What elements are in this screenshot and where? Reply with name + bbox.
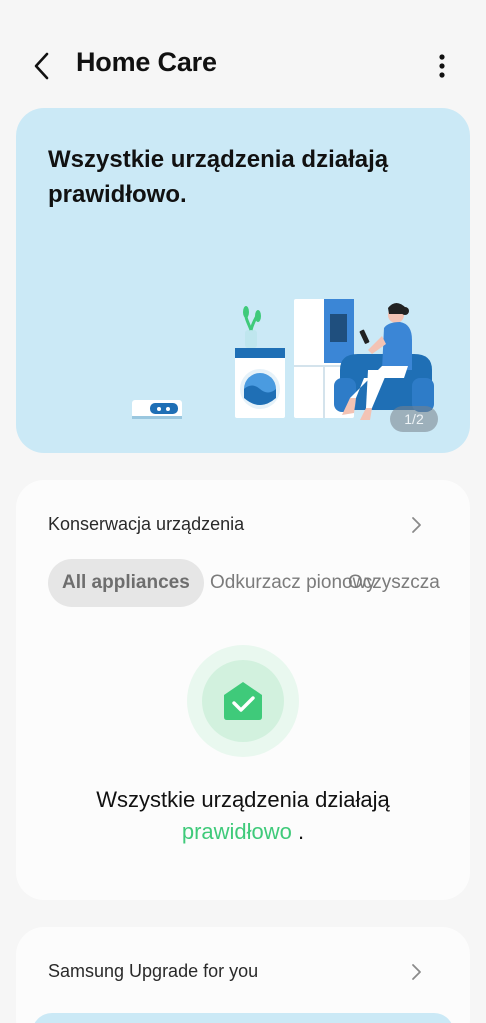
status-message-line1: Wszystkie urządzenia działają	[96, 787, 390, 812]
back-button[interactable]	[24, 46, 60, 86]
chip-purifier[interactable]: Oczyszczacz S	[348, 559, 440, 607]
page-indicator: 1/2	[390, 406, 438, 432]
chip-label: All appliances	[62, 572, 190, 593]
upgrade-banner[interactable]	[32, 1013, 454, 1023]
home-check-icon	[187, 645, 299, 757]
app-bar: Home Care	[0, 0, 486, 120]
page-title: Home Care	[76, 47, 217, 77]
more-options-button[interactable]	[424, 46, 460, 86]
chevron-left-icon	[34, 52, 49, 80]
plant-icon	[243, 306, 261, 348]
chip-all-appliances[interactable]: All appliances	[48, 559, 204, 607]
maintenance-more-button[interactable]	[406, 515, 426, 535]
maintenance-header[interactable]: Konserwacja urządzenia	[48, 514, 244, 535]
status-highlight: prawidłowo	[181, 819, 292, 844]
robot-vacuum-icon	[132, 400, 182, 419]
washing-machine-icon	[235, 348, 285, 418]
chevron-right-icon	[412, 517, 421, 533]
chip-label: Oczyszczacz S	[348, 572, 440, 593]
status-message: Wszystkie urządzenia działają prawidłowo…	[16, 784, 470, 848]
status-message-line2: prawidłowo .	[16, 816, 470, 848]
appliance-filter-chips: All appliances Odkurzacz pionowy Oczyszc…	[48, 559, 440, 607]
upgrade-more-button[interactable]	[406, 962, 426, 982]
device-maintenance-card: Konserwacja urządzenia All appliances Od…	[16, 480, 470, 900]
chevron-right-icon	[412, 964, 421, 980]
more-vertical-icon	[439, 54, 445, 78]
upgrade-header[interactable]: Samsung Upgrade for you	[48, 961, 258, 982]
status-suffix: .	[291, 819, 305, 844]
samsung-upgrade-card: Samsung Upgrade for you	[16, 927, 470, 1023]
appliances-illustration	[132, 299, 434, 420]
hero-banner[interactable]: Wszystkie urządzenia działają prawidłowo…	[16, 108, 470, 453]
